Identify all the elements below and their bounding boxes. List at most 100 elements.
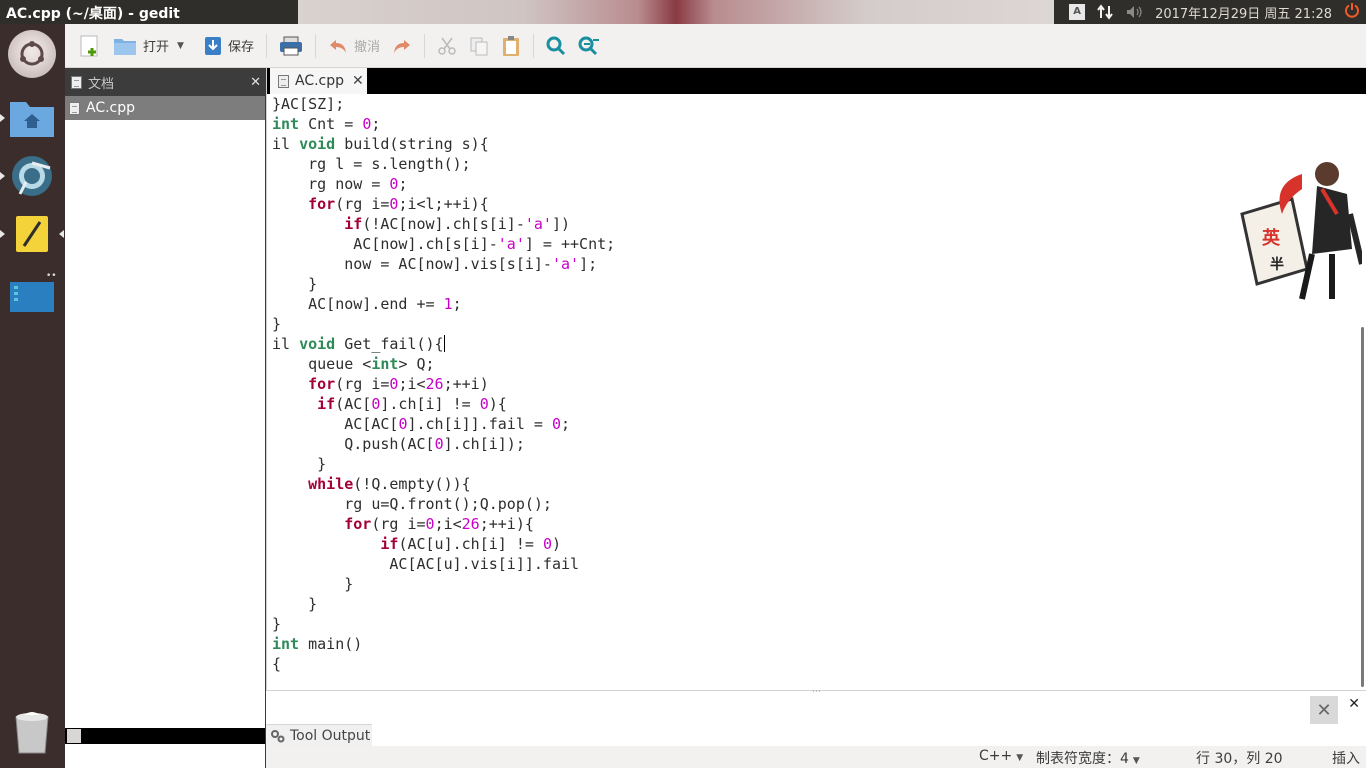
tab-ac-cpp[interactable]: AC.cpp ✕	[270, 68, 367, 94]
wallpaper-strip	[298, 0, 1054, 24]
editor: AC.cpp ✕ }AC[SZ]; int Cnt = 0; il void bui…	[266, 68, 1366, 690]
volume-icon[interactable]	[1125, 4, 1143, 20]
redo-button[interactable]	[386, 30, 418, 62]
status-bar: C++ ▼ 制表符宽度：4 ▼ 行 30，列 20 插入	[266, 746, 1366, 768]
code-line: il void build(string s){	[272, 134, 1365, 154]
code-line: AC[now].end += 1;	[272, 294, 1365, 314]
code-line: if(AC[0].ch[i] != 0){	[272, 394, 1365, 414]
tab-label: Tool Output	[290, 727, 371, 744]
toolbar-separator	[265, 33, 267, 58]
code-token: (rg i=	[371, 515, 426, 533]
network-icon[interactable]	[1097, 4, 1113, 20]
clear-output-button[interactable]: ✕	[1310, 696, 1338, 724]
vertical-scrollbar[interactable]	[1361, 327, 1364, 687]
code-line: }	[272, 594, 1365, 614]
code-token: now = AC[now].vis[s[i]-	[272, 255, 552, 273]
paste-button[interactable]	[495, 30, 527, 62]
window-title: AC.cpp (~/桌面) - gedit	[6, 6, 180, 22]
workspace-icon[interactable]: •••	[8, 268, 56, 316]
home-folder-icon[interactable]	[8, 94, 56, 142]
save-label: 保存	[227, 40, 254, 55]
language-selector[interactable]: C++ ▼	[979, 748, 1023, 764]
close-icon[interactable]: ✕	[1348, 696, 1360, 712]
code-lines: }AC[SZ]; int Cnt = 0; il void build(string…	[272, 94, 1365, 674]
document-icon[interactable]	[67, 729, 81, 743]
code-token: queue <	[272, 355, 372, 373]
code-token: if	[317, 395, 336, 413]
code-token: ;	[398, 175, 408, 193]
code-token: ;i<l;++i){	[398, 195, 489, 213]
tab-width-label: 制表符宽度：4	[1036, 751, 1129, 767]
tab-tool-output[interactable]: Tool Output	[266, 724, 372, 746]
code-token: for	[308, 195, 336, 213]
trash-icon[interactable]	[8, 708, 56, 756]
cursor-position: 行 30，列 20	[1196, 751, 1283, 767]
code-line: rg now = 0;	[272, 174, 1365, 194]
code-line: rg u=Q.front();Q.pop();	[272, 494, 1365, 514]
code-token: rg now =	[272, 175, 390, 193]
pane-resize-handle[interactable]: ⋯	[812, 687, 821, 697]
code-view[interactable]: }AC[SZ]; int Cnt = 0; il void build(string…	[267, 94, 1365, 690]
chevron-down-icon[interactable]: ▼	[177, 41, 184, 51]
dash-icon[interactable]	[8, 30, 56, 78]
power-icon[interactable]	[1344, 2, 1360, 22]
insert-mode[interactable]: 插入	[1332, 748, 1360, 768]
code-line: Q.push(AC[0].ch[i]);	[272, 434, 1365, 454]
copy-button[interactable]	[463, 30, 495, 62]
code-token: build(string s){	[335, 135, 489, 153]
code-token: }	[272, 455, 327, 473]
code-token: ;	[371, 115, 381, 133]
code-token: int	[272, 115, 300, 133]
svg-text:•••: •••	[46, 271, 56, 281]
code-line: rg l = s.length();	[272, 154, 1365, 174]
search-icon	[546, 36, 566, 55]
code-line: }	[272, 454, 1365, 474]
cut-button[interactable]	[431, 30, 463, 62]
code-token: ])	[551, 215, 571, 233]
document-list-item[interactable]: AC.cpp	[65, 96, 265, 120]
code-token: }AC[SZ];	[272, 95, 345, 113]
code-token: 1	[443, 295, 453, 313]
code-token: AC[now].end +=	[272, 295, 444, 313]
close-icon[interactable]: ✕	[352, 73, 364, 89]
code-token: 'a'	[551, 255, 580, 273]
tab-label: AC.cpp	[295, 73, 345, 89]
side-panel-footer	[65, 728, 265, 744]
toolbar: 打开 ▼ 保存 撤消	[65, 24, 1366, 68]
code-line: }	[272, 614, 1365, 634]
gedit-icon[interactable]	[8, 210, 56, 258]
code-token: > Q;	[398, 355, 435, 373]
code-token: }	[272, 615, 282, 633]
search-button[interactable]	[540, 30, 572, 62]
print-button[interactable]	[273, 30, 309, 62]
clock[interactable]: 2017年12月29日 周五 21:28	[1155, 3, 1332, 22]
document-icon	[69, 101, 80, 115]
undo-icon	[329, 39, 346, 53]
code-token: 0	[425, 515, 435, 533]
chromium-icon[interactable]	[8, 152, 56, 200]
new-document-button[interactable]	[73, 30, 107, 62]
focused-indicator	[59, 230, 64, 238]
code-token: ;i<	[434, 515, 462, 533]
code-token: ];	[579, 255, 598, 273]
code-line: while(!Q.empty()){	[272, 474, 1365, 494]
running-indicator	[0, 172, 5, 180]
anime-sticker: 英 半	[1240, 162, 1362, 300]
save-button[interactable]: 保存	[198, 30, 260, 62]
search-replace-button[interactable]	[572, 30, 606, 62]
bottom-panel: ⋯ ✕ ✕ Tool Output	[266, 687, 1366, 746]
keyboard-icon[interactable]: A	[1069, 4, 1086, 20]
document-name: AC.cpp	[86, 100, 136, 116]
close-icon[interactable]: ✕	[250, 75, 261, 90]
open-button[interactable]: 打开 ▼	[107, 30, 190, 62]
code-token: void	[299, 135, 336, 153]
copy-icon	[470, 37, 488, 55]
undo-button[interactable]: 撤消	[322, 30, 386, 62]
tab-width-selector[interactable]: 制表符宽度：4 ▼	[1036, 748, 1140, 768]
code-token: (rg i=	[335, 375, 390, 393]
folder-icon	[114, 38, 136, 55]
code-token: ;i<	[398, 375, 426, 393]
